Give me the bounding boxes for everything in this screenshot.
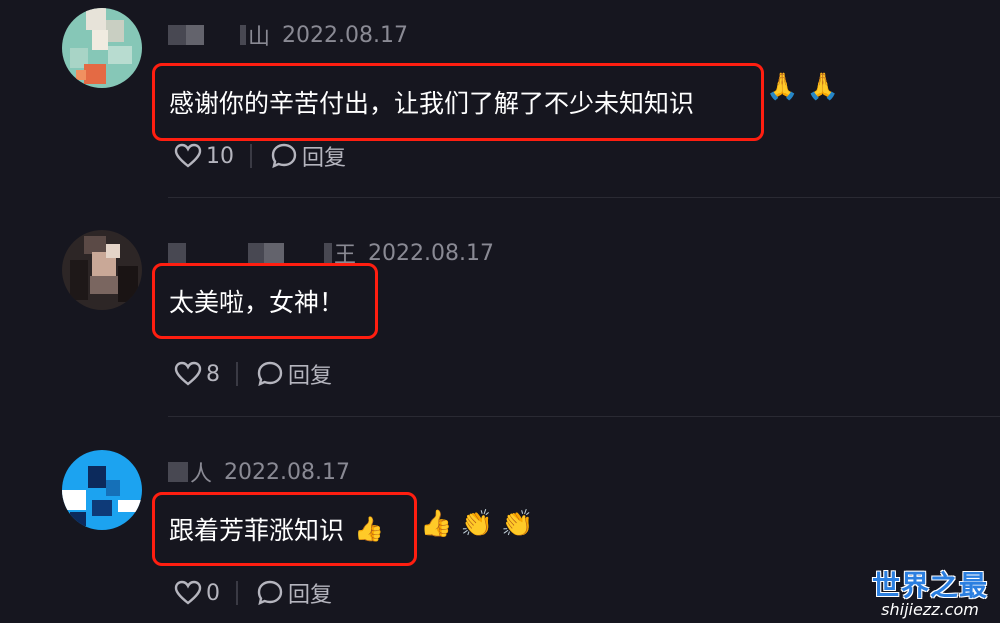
comment-bubble-icon[interactable] [270, 142, 298, 170]
comment-divider [168, 197, 1000, 198]
heart-icon[interactable] [174, 579, 202, 607]
emoji-reaction: 👍 👏 👏 [420, 509, 534, 539]
comment-text-box: 感谢你的辛苦付出，让我们了解了不少未知知识 [152, 63, 764, 141]
comment-text: 太美啦，女神！ [169, 288, 345, 317]
avatar[interactable] [62, 8, 142, 88]
redacted-username [168, 243, 186, 263]
redacted-username [248, 243, 264, 263]
action-divider [250, 144, 252, 168]
like-count: 8 [206, 361, 220, 387]
username[interactable]: 山 [248, 19, 270, 51]
comment-meta: 山 2022.08.17 [168, 20, 408, 50]
reply-button[interactable]: 回复 [288, 358, 332, 390]
comment-actions: 8 回复 [174, 358, 332, 390]
action-divider [236, 581, 238, 605]
comment-divider [168, 416, 1000, 417]
comment-text-box: 太美啦，女神！ [152, 263, 378, 339]
watermark-title: 世界之最 [871, 569, 988, 602]
comment-date: 2022.08.17 [368, 240, 494, 266]
comment-bubble-icon[interactable] [256, 579, 284, 607]
redacted-username [264, 243, 284, 263]
comment-date: 2022.08.17 [224, 459, 350, 485]
emoji-reaction: 🙏 🙏 [766, 72, 840, 102]
emoji-reaction: 👍 [354, 515, 384, 543]
redacted-username [186, 25, 204, 45]
comment-text: 感谢你的辛苦付出，让我们了解了不少未知知识 [169, 89, 695, 118]
comment-bubble-icon[interactable] [256, 360, 284, 388]
reply-button[interactable]: 回复 [288, 577, 332, 609]
reply-button[interactable]: 回复 [302, 140, 346, 172]
watermark-logo: 世界之最 shijiezz.com [868, 564, 992, 619]
redacted-username [168, 462, 188, 482]
avatar[interactable] [62, 230, 142, 310]
comment-actions: 10 回复 [174, 140, 346, 172]
redacted-username [168, 25, 186, 45]
heart-icon[interactable] [174, 360, 202, 388]
username[interactable]: 人 [190, 456, 212, 488]
comment-list: 山 2022.08.17 感谢你的辛苦付出，让我们了解了不少未知知识 🙏 🙏 1… [0, 0, 1000, 623]
action-divider [236, 362, 238, 386]
comment-actions: 0 回复 [174, 577, 332, 609]
redacted-username [324, 243, 332, 263]
watermark-url: shijiezz.com [881, 600, 979, 619]
comment-text: 跟着芳菲涨知识 [169, 516, 345, 545]
redacted-username [240, 25, 246, 45]
comment-date: 2022.08.17 [282, 22, 408, 48]
like-count: 10 [206, 143, 234, 169]
heart-icon[interactable] [174, 142, 202, 170]
comment-meta: 人 2022.08.17 [168, 457, 350, 487]
avatar[interactable] [62, 450, 142, 530]
comment-text-box: 跟着芳菲涨知识 👍 [152, 492, 417, 566]
like-count: 0 [206, 580, 220, 606]
